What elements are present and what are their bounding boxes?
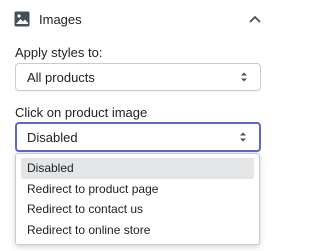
images-section-header[interactable]: Images (14, 7, 264, 31)
chevron-up-icon[interactable] (247, 11, 263, 27)
apply-styles-label: Apply styles to: (15, 45, 103, 60)
section-title: Images (39, 11, 82, 27)
images-settings-panel: Images Apply styles to: All products Cli… (0, 0, 277, 251)
select-arrows-icon (240, 132, 246, 142)
apply-styles-value: All products (27, 69, 95, 85)
select-arrows-icon (241, 72, 247, 82)
click-image-value: Disabled (27, 129, 78, 145)
click-image-select[interactable]: Disabled (15, 122, 261, 152)
apply-styles-select[interactable]: All products (15, 63, 261, 91)
option-redirect-online-store[interactable]: Redirect to online store (21, 220, 254, 241)
click-image-dropdown: Disabled Redirect to product page Redire… (15, 153, 260, 245)
option-disabled[interactable]: Disabled (21, 158, 254, 179)
image-icon (14, 11, 30, 27)
click-image-label: Click on product image (15, 105, 148, 120)
option-redirect-contact-us[interactable]: Redirect to contact us (21, 199, 254, 220)
option-redirect-product-page[interactable]: Redirect to product page (21, 179, 254, 200)
